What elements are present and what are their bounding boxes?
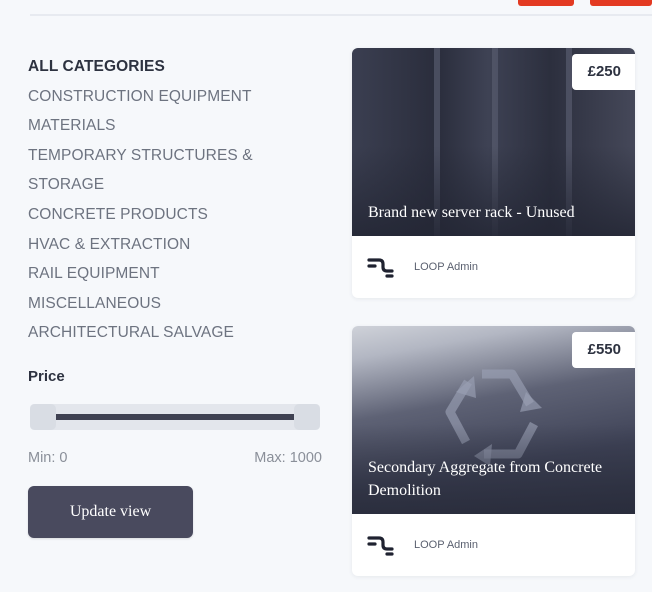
listing-card[interactable]: £250 Brand new server rack - Unused LOOP…: [352, 48, 635, 298]
listing-footer: LOOP Admin: [352, 514, 635, 576]
listing-image[interactable]: £550 Secondary Aggregate from Concrete D…: [352, 326, 635, 514]
category-temporary-structures[interactable]: TEMPORARY STRUCTURES &: [28, 141, 328, 171]
price-filter-title: Price: [28, 368, 65, 385]
header-divider: [30, 14, 652, 16]
slider-min-handle[interactable]: [30, 404, 56, 430]
price-min-label: Min: 0: [28, 450, 68, 466]
listing-card[interactable]: £550 Secondary Aggregate from Concrete D…: [352, 326, 635, 576]
listing-title[interactable]: Brand new server rack - Unused: [368, 201, 609, 224]
price-max-label: Max: 1000: [254, 450, 322, 466]
slider-max-handle[interactable]: [294, 404, 320, 430]
listing-title[interactable]: Secondary Aggregate from Concrete Demoli…: [368, 456, 609, 502]
header-accent: [590, 0, 652, 6]
loop-logo-icon: [367, 258, 394, 278]
price-range-slider[interactable]: [30, 404, 320, 430]
header-accent: [518, 0, 574, 6]
slider-range-fill: [43, 414, 307, 420]
category-rail-equipment[interactable]: RAIL EQUIPMENT: [28, 259, 328, 289]
category-construction-equipment[interactable]: CONSTRUCTION EQUIPMENT: [28, 82, 328, 112]
category-list: ALL CATEGORIES CONSTRUCTION EQUIPMENT MA…: [28, 52, 328, 348]
price-tag: £250: [571, 54, 635, 90]
loop-logo-icon: [367, 536, 394, 556]
update-view-button[interactable]: Update view: [28, 486, 193, 538]
category-sidebar: ALL CATEGORIES CONSTRUCTION EQUIPMENT MA…: [28, 52, 328, 348]
listing-author[interactable]: LOOP Admin: [414, 261, 478, 273]
listing-footer: LOOP Admin: [352, 236, 635, 298]
category-all[interactable]: ALL CATEGORIES: [28, 52, 328, 82]
category-concrete-products[interactable]: CONCRETE PRODUCTS: [28, 200, 328, 230]
category-storage[interactable]: STORAGE: [28, 170, 328, 200]
listing-author[interactable]: LOOP Admin: [414, 539, 478, 551]
listing-image[interactable]: £250 Brand new server rack - Unused: [352, 48, 635, 236]
category-miscellaneous[interactable]: MISCELLANEOUS: [28, 289, 328, 319]
category-hvac-extraction[interactable]: HVAC & EXTRACTION: [28, 230, 328, 260]
price-tag: £550: [571, 332, 635, 368]
category-materials[interactable]: MATERIALS: [28, 111, 328, 141]
category-architectural-salvage[interactable]: ARCHITECTURAL SALVAGE: [28, 318, 328, 348]
